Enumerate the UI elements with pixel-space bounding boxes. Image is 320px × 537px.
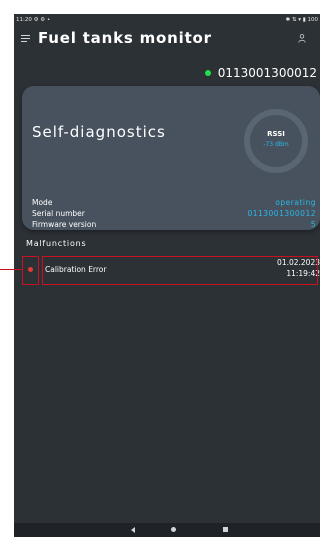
system-nav-bar — [14, 523, 320, 537]
malfunctions-title: Malfunctions — [26, 239, 87, 248]
nav-recent-apps-icon[interactable] — [223, 527, 228, 532]
info-label: Mode — [32, 198, 53, 207]
status-notification-icons: ⚙ ⚙ • — [33, 17, 51, 23]
info-value: 0113001300012 — [247, 209, 316, 218]
menu-icon[interactable] — [21, 35, 30, 43]
card-title: Self-diagnostics — [32, 123, 166, 141]
profile-icon[interactable] — [298, 34, 306, 43]
info-label: Serial number — [32, 209, 85, 218]
app-bar: Fuel tanks monitor — [14, 26, 320, 56]
status-time: 11:20 — [16, 17, 32, 23]
rssi-label: RSSI — [267, 130, 285, 138]
annotation-pointer-line — [0, 269, 22, 271]
highlight-box-dot — [22, 256, 39, 285]
app-title: Fuel tanks monitor — [38, 29, 212, 47]
highlight-box-row — [42, 256, 318, 285]
self-diagnostics-card: Self-diagnostics RSSI -73 dBm Mode opera… — [22, 86, 320, 230]
connection-status-dot — [204, 70, 211, 76]
info-label: Firmware version — [32, 220, 97, 229]
device-id: 0113001300012 — [217, 66, 317, 80]
info-value: 5 — [310, 220, 316, 229]
status-bar-left: 11:20 ⚙ ⚙ • — [16, 17, 50, 23]
info-row-serial: Serial number 0113001300012 — [32, 209, 316, 219]
info-value: operating — [275, 198, 316, 207]
status-bar: 11:20 ⚙ ⚙ • ✱ ⇅ ▾ ▮ 100 — [14, 14, 320, 26]
nav-home-icon[interactable] — [171, 527, 176, 532]
rssi-value: -73 dBm — [263, 141, 289, 148]
status-system-icons: ✱ ⇅ ▾ ▮ 100 — [285, 17, 319, 23]
info-row-firmware: Firmware version 5 — [32, 220, 316, 230]
nav-back-icon[interactable] — [131, 527, 135, 533]
info-row-mode: Mode operating — [32, 198, 316, 208]
rssi-gauge: RSSI -73 dBm — [243, 108, 309, 174]
device-selector[interactable]: 0113001300012 — [204, 66, 317, 80]
